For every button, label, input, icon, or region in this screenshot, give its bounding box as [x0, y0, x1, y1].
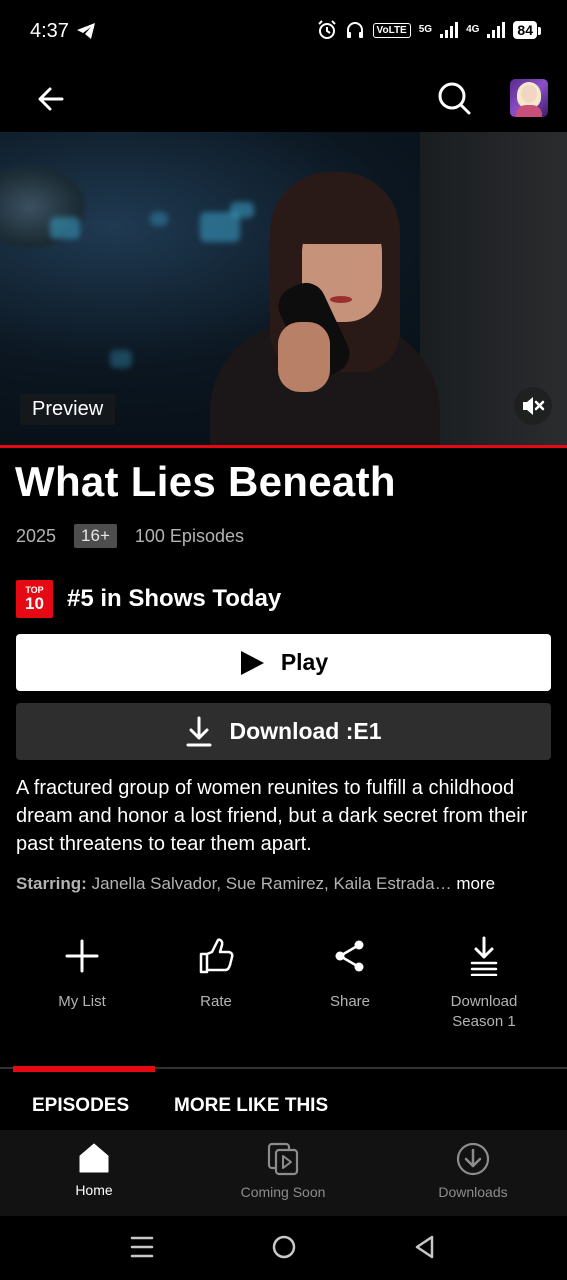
share-label: Share [329, 993, 371, 1010]
preview-label: Preview [20, 394, 116, 425]
home-icon [79, 1143, 109, 1173]
bottom-nav: Home Coming Soon Downloads [0, 1130, 567, 1216]
episode-count: 100 Episodes [134, 525, 244, 546]
nav-coming-soon-label: Coming Soon [240, 1184, 326, 1200]
signal-icon [487, 22, 506, 38]
nav-home[interactable]: Home [24, 1142, 164, 1198]
active-tab-indicator [13, 1066, 155, 1072]
rate-label: Rate [200, 993, 232, 1010]
thumbs-up-icon [199, 938, 234, 974]
mute-button[interactable] [514, 387, 552, 425]
nav-home-label: Home [75, 1182, 113, 1198]
recents-menu-icon[interactable] [130, 1234, 154, 1260]
coming-soon-icon [267, 1142, 299, 1176]
battery-indicator: 84 [513, 21, 541, 39]
downloads-icon [456, 1142, 490, 1176]
synopsis: A fractured group of women reunites to f… [16, 777, 528, 855]
top10-ranking: TOP 10 #5 in Shows Today [16, 580, 281, 618]
video-preview[interactable]: Preview [0, 132, 567, 448]
download-season-label: Download Season 1 [450, 993, 518, 1030]
signal-icon [440, 22, 459, 38]
my-list-label: My List [58, 993, 106, 1010]
network-5g-label: 5G [418, 24, 433, 35]
telegram-icon [77, 23, 95, 39]
share-button[interactable]: Share [290, 932, 410, 1012]
back-arrow-icon[interactable] [34, 82, 68, 116]
download-season-icon [470, 936, 498, 976]
top10-badge-icon: TOP 10 [16, 580, 53, 618]
nav-downloads-label: Downloads [438, 1184, 508, 1200]
download-button-label: Download :E1 [229, 718, 382, 744]
download-episode-button[interactable]: Download :E1 [16, 703, 551, 760]
nav-downloads[interactable]: Downloads [403, 1142, 543, 1200]
headphones-icon [346, 22, 363, 38]
share-icon [335, 940, 364, 972]
rate-button[interactable]: Rate [156, 932, 276, 1012]
nav-coming-soon[interactable]: Coming Soon [213, 1142, 353, 1200]
status-icons: VoLTE 5G 4G 84 [317, 20, 541, 40]
cast-names: Janella Salvador, Sue Ramirez, Kaila Est… [86, 874, 452, 893]
starring-label: Starring: [16, 874, 87, 893]
ranking-text: #5 in Shows Today [67, 585, 282, 612]
home-circle-icon[interactable] [271, 1234, 297, 1260]
show-title: What Lies Beneath [15, 458, 396, 505]
play-button[interactable]: Play [16, 634, 551, 691]
network-4g-label: 4G [466, 24, 480, 35]
download-icon [186, 716, 212, 746]
plus-icon [65, 939, 99, 973]
show-meta: 2025 16+ 100 Episodes [16, 524, 244, 548]
system-nav-bar [0, 1216, 567, 1280]
play-button-label: Play [280, 649, 329, 675]
volume-muted-icon [523, 397, 545, 415]
starring-line: Starring: Janella Salvador, Sue Ramirez,… [16, 874, 556, 894]
maturity-rating-badge: 16+ [74, 524, 117, 548]
status-time: 4:37 [30, 20, 69, 42]
my-list-button[interactable]: My List [22, 932, 142, 1012]
top-nav [0, 64, 567, 132]
tab-episodes[interactable]: EPISODES [32, 1095, 129, 1117]
system-back-icon[interactable] [413, 1234, 437, 1260]
more-link[interactable]: more [452, 874, 495, 893]
action-row: My List Rate Share Download Season 1 [0, 932, 567, 1042]
preview-progress-bar [0, 445, 567, 448]
status-bar: 4:37 VoLTE 5G 4G 84 [0, 0, 567, 64]
volte-badge: VoLTE [372, 22, 411, 38]
tab-more-like-this[interactable]: MORE LIKE THIS [174, 1095, 328, 1117]
play-icon [240, 650, 264, 675]
release-year: 2025 [16, 525, 57, 546]
profile-avatar[interactable] [510, 79, 548, 117]
alarm-icon [317, 20, 336, 39]
download-season-button[interactable]: Download Season 1 [424, 932, 544, 1032]
search-icon[interactable] [436, 80, 472, 116]
